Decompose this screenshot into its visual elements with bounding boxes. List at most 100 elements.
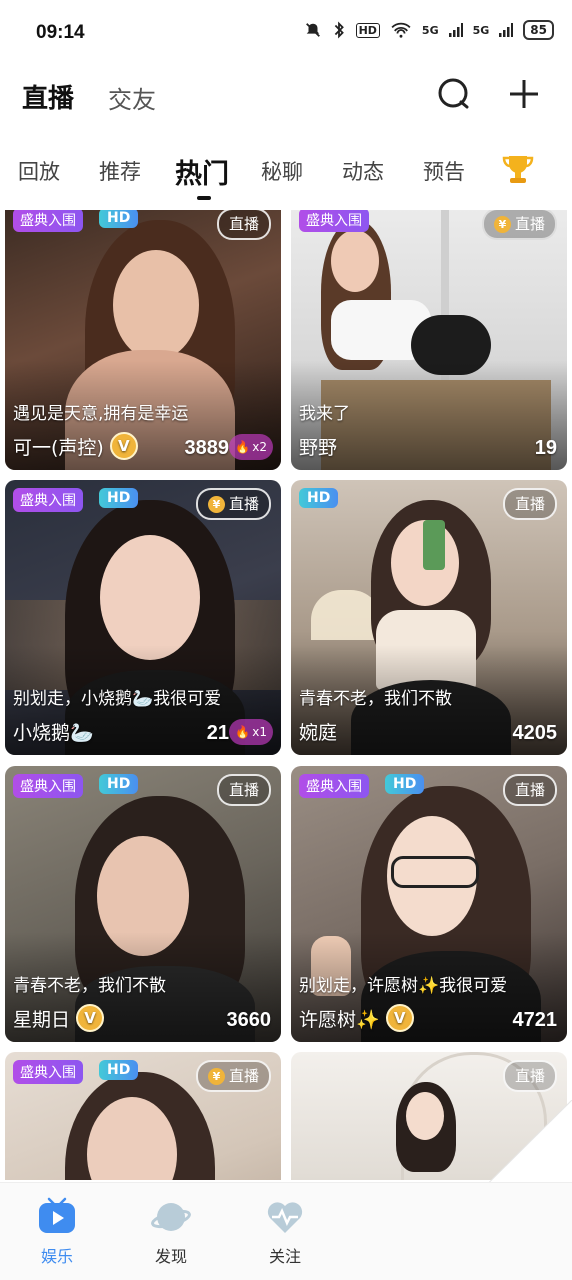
heart-pulse-icon bbox=[267, 1202, 303, 1233]
live-badge: ¥ 直播 bbox=[195, 488, 271, 520]
trophy-icon[interactable] bbox=[500, 152, 536, 188]
hd-badge: HD bbox=[99, 488, 139, 508]
ceremony-badge: 盛典入围 bbox=[299, 774, 369, 798]
hd-badge: HD bbox=[99, 774, 139, 794]
streamer-name-row: 许愿树✨ V bbox=[299, 1004, 414, 1032]
live-room-card[interactable]: 盛典入围 ¥ 直播 我来了 野野 19 bbox=[291, 210, 567, 470]
coin-icon: ¥ bbox=[207, 1067, 225, 1085]
tab-hot[interactable]: 热门 bbox=[175, 152, 229, 191]
tab-friends[interactable]: 交友 bbox=[108, 80, 156, 115]
live-room-card[interactable]: 盛典入围 HD 直播 青春不老，我们不散 星期日 V 3660 bbox=[5, 766, 281, 1042]
category-tabs: 回放 推荐 热门 秘聊 动态 预告 bbox=[0, 140, 572, 204]
streamer-face bbox=[113, 250, 199, 360]
streamer-name-row: 可一(声控) V bbox=[13, 432, 138, 460]
live-label: 直播 bbox=[514, 495, 545, 513]
live-room-card[interactable]: 盛典入围 HD 直播 别划走，许愿树✨我很可爱 许愿树✨ V 4721 bbox=[291, 766, 567, 1042]
room-description: 青春不老，我们不散 bbox=[299, 689, 452, 709]
search-icon[interactable] bbox=[434, 74, 474, 114]
live-label: 直播 bbox=[228, 1067, 259, 1085]
tab-private-chat[interactable]: 秘聊 bbox=[261, 156, 303, 186]
room-description: 别划走，小烧鹅🦢我很可爱 bbox=[13, 689, 222, 709]
flame-multiplier: x1 bbox=[252, 725, 267, 739]
v-badge-icon: V bbox=[385, 1004, 414, 1032]
hot-flame-badge: 🔥 x2 bbox=[229, 434, 273, 460]
mute-icon bbox=[305, 23, 320, 37]
streamer-name: 小烧鹅🦢 bbox=[13, 722, 94, 744]
streamer-name-row: 小烧鹅🦢 bbox=[13, 718, 94, 745]
plus-icon[interactable] bbox=[504, 74, 544, 114]
tab-recommend[interactable]: 推荐 bbox=[99, 156, 141, 186]
tv-icon bbox=[39, 1197, 75, 1233]
v-badge-icon: V bbox=[109, 432, 138, 460]
live-label: 直播 bbox=[514, 1067, 545, 1085]
live-room-card[interactable]: 盛典入围 HD ¥ 直播 别划走，小烧鹅🦢我很可爱 小烧鹅🦢 21 🔥 x1 bbox=[5, 480, 281, 755]
hd-badge: HD bbox=[99, 210, 139, 228]
viewer-count: 21 bbox=[206, 722, 229, 744]
live-badge: 直播 bbox=[502, 1060, 557, 1092]
nav-discover[interactable]: 发现 bbox=[131, 1183, 211, 1273]
nav-label: 发现 bbox=[154, 1247, 187, 1266]
live-label: 直播 bbox=[514, 781, 545, 799]
flame-multiplier: x2 bbox=[252, 440, 267, 454]
viewer-count: 3889 bbox=[184, 437, 230, 459]
streamer-name: 许愿树✨ bbox=[299, 1008, 380, 1031]
ceremony-badge: 盛典入围 bbox=[13, 488, 83, 512]
live-label: 直播 bbox=[228, 495, 259, 513]
live-room-card[interactable]: HD 直播 青春不老，我们不散 婉庭 4205 bbox=[291, 480, 567, 755]
ceremony-badge: 盛典入围 bbox=[299, 210, 369, 232]
battery-indicator: 85 bbox=[523, 20, 554, 40]
active-tab-indicator bbox=[197, 196, 211, 200]
flame-icon: 🔥 bbox=[235, 440, 251, 454]
live-label: 直播 bbox=[514, 215, 545, 233]
bottom-navigation: 娱乐 发现 关注 bbox=[0, 1182, 572, 1280]
streamer-name-row: 星期日 V bbox=[13, 1004, 105, 1032]
viewer-count: 4721 bbox=[512, 1009, 558, 1031]
coin-icon: ¥ bbox=[207, 495, 225, 513]
v-badge-icon: V bbox=[76, 1004, 105, 1032]
streamer-face bbox=[100, 535, 200, 660]
streamer-name: 星期日 bbox=[13, 1008, 71, 1031]
ceremony-badge: 盛典入围 bbox=[13, 774, 83, 798]
live-badge: ¥ 直播 bbox=[195, 1060, 271, 1092]
signal-5g-2: 5G bbox=[472, 23, 490, 37]
planet-icon bbox=[151, 1203, 191, 1231]
nav-label: 娱乐 bbox=[40, 1247, 73, 1266]
live-badge: ¥ 直播 bbox=[481, 210, 557, 240]
hot-flame-badge: 🔥 x1 bbox=[229, 719, 273, 745]
flame-icon: 🔥 bbox=[235, 725, 251, 739]
room-description: 我来了 bbox=[299, 404, 350, 424]
viewer-count: 19 bbox=[534, 437, 557, 459]
bluetooth-icon bbox=[334, 21, 344, 39]
streamer-name: 婉庭 bbox=[299, 722, 338, 744]
tab-moments[interactable]: 动态 bbox=[342, 156, 384, 186]
glasses bbox=[391, 856, 479, 888]
status-icons: HD 5G 5G 85 bbox=[304, 20, 554, 40]
wifi-icon bbox=[391, 22, 411, 38]
streamer-face bbox=[331, 230, 379, 292]
status-bar: 09:14 HD 5G 5G 85 bbox=[0, 0, 572, 66]
nav-follow[interactable]: 关注 bbox=[245, 1183, 325, 1273]
room-description: 遇见是天意,拥有是幸运 bbox=[13, 404, 189, 424]
nav-entertainment[interactable]: 娱乐 bbox=[17, 1183, 97, 1273]
viewer-count: 4205 bbox=[512, 722, 558, 744]
signal-bars-icon bbox=[448, 23, 463, 37]
ceremony-badge: 盛典入围 bbox=[13, 210, 83, 232]
tab-preview[interactable]: 预告 bbox=[423, 156, 465, 186]
phone-in-hand bbox=[423, 520, 445, 570]
nav-label: 关注 bbox=[268, 1247, 301, 1266]
streamer-name: 可一(声控) bbox=[13, 436, 104, 459]
live-label: 直播 bbox=[228, 781, 259, 799]
streamer-name-row: 婉庭 bbox=[299, 718, 337, 745]
live-room-grid: 盛典入围 HD 直播 遇见是天意,拥有是幸运 可一(声控) V 3889 🔥 x2 … bbox=[0, 210, 572, 1180]
tab-replay[interactable]: 回放 bbox=[18, 156, 60, 186]
live-room-card[interactable]: 盛典入围 HD ¥ 直播 bbox=[5, 1052, 281, 1180]
top-header: 直播 交友 bbox=[0, 66, 572, 124]
live-badge: 直播 bbox=[216, 210, 271, 240]
viewer-count: 3660 bbox=[226, 1009, 272, 1031]
tab-live[interactable]: 直播 bbox=[22, 78, 74, 115]
streamer-name: 野野 bbox=[299, 437, 338, 459]
live-room-card[interactable]: 盛典入围 HD 直播 遇见是天意,拥有是幸运 可一(声控) V 3889 🔥 x2 bbox=[5, 210, 281, 470]
live-badge: 直播 bbox=[502, 488, 557, 520]
hd-network-label: HD bbox=[355, 22, 380, 38]
coin-icon: ¥ bbox=[493, 215, 511, 233]
